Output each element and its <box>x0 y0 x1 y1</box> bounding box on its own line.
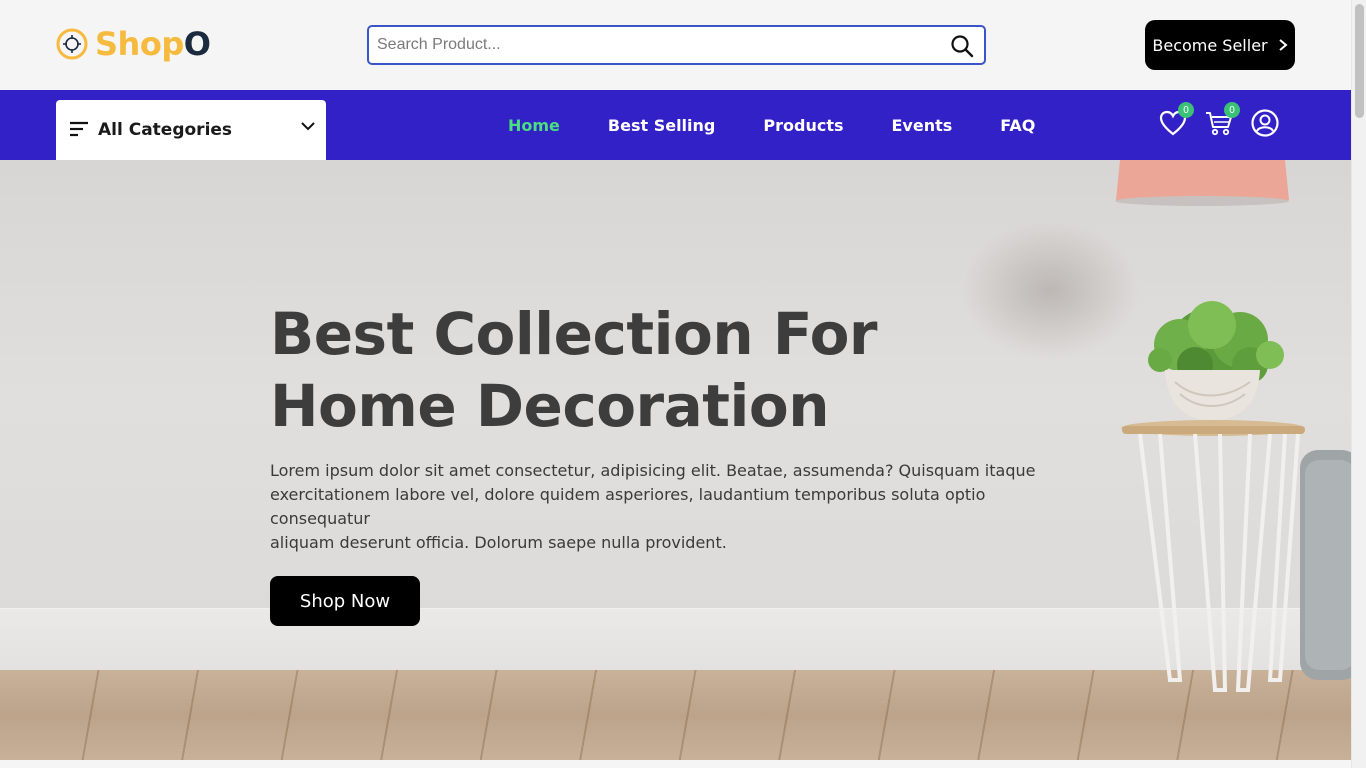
logo[interactable]: ShopO <box>55 24 211 64</box>
profile-button[interactable] <box>1250 108 1280 138</box>
logo-target-icon <box>56 28 88 60</box>
nav-link-faq[interactable]: FAQ <box>976 116 1059 135</box>
become-seller-button[interactable]: Become Seller <box>1145 20 1295 70</box>
main-navbar: All Categories Home Best Selling Product… <box>0 90 1351 160</box>
wishlist-count-badge: 0 <box>1178 102 1194 118</box>
hero-text-line-4: aliquam deserunt officia. Dolorum saepe … <box>270 533 727 552</box>
cart-count-badge: 0 <box>1224 102 1240 118</box>
all-categories-dropdown[interactable]: All Categories <box>56 100 326 160</box>
plant-table-lamp-illustration <box>1115 160 1351 692</box>
page-scrollbar[interactable] <box>1351 0 1366 768</box>
logo-text-end: O <box>183 25 211 63</box>
search-box <box>367 25 986 65</box>
search-input[interactable] <box>377 27 937 63</box>
scrollbar-thumb[interactable] <box>1355 4 1364 118</box>
become-seller-label: Become Seller <box>1152 35 1268 55</box>
nav-links: Home Best Selling Products Events FAQ <box>484 90 1059 160</box>
user-circle-icon <box>1251 109 1279 137</box>
nav-link-products[interactable]: Products <box>739 116 867 135</box>
hero-description: Lorem ipsum dolor sit amet consectetur, … <box>270 459 1050 555</box>
all-categories-label: All Categories <box>98 120 233 140</box>
search-icon[interactable] <box>950 34 974 58</box>
hero-title-line-2: Home Decoration <box>270 372 830 440</box>
hero-text-line-3: consequatur <box>270 509 370 528</box>
top-header: ShopO Become Seller <box>0 0 1351 90</box>
hero-text-line-2: exercitationem labore vel, dolore quidem… <box>270 485 986 504</box>
nav-link-best-selling[interactable]: Best Selling <box>584 116 739 135</box>
chevron-right-icon <box>1278 39 1288 51</box>
nav-icon-group: 0 0 <box>1158 102 1280 138</box>
shop-now-button[interactable]: Shop Now <box>270 576 420 626</box>
logo-text-main: Shop <box>95 25 184 63</box>
page-bottom-strip <box>0 760 1351 768</box>
logo-text: ShopO <box>95 25 211 63</box>
cart-button[interactable]: 0 <box>1204 102 1240 138</box>
hero-title-line-1: Best Collection For <box>270 300 878 368</box>
chevron-down-icon <box>301 122 315 131</box>
hero-text-line-1: Lorem ipsum dolor sit amet consectetur, … <box>270 461 1036 480</box>
nav-link-events[interactable]: Events <box>867 116 976 135</box>
menu-sort-icon <box>70 121 88 137</box>
wishlist-button[interactable]: 0 <box>1158 102 1194 138</box>
hero-banner: Best Collection For Home Decoration Lore… <box>0 160 1351 760</box>
hero-title: Best Collection For Home Decoration <box>270 298 970 442</box>
nav-link-home[interactable]: Home <box>484 116 584 135</box>
